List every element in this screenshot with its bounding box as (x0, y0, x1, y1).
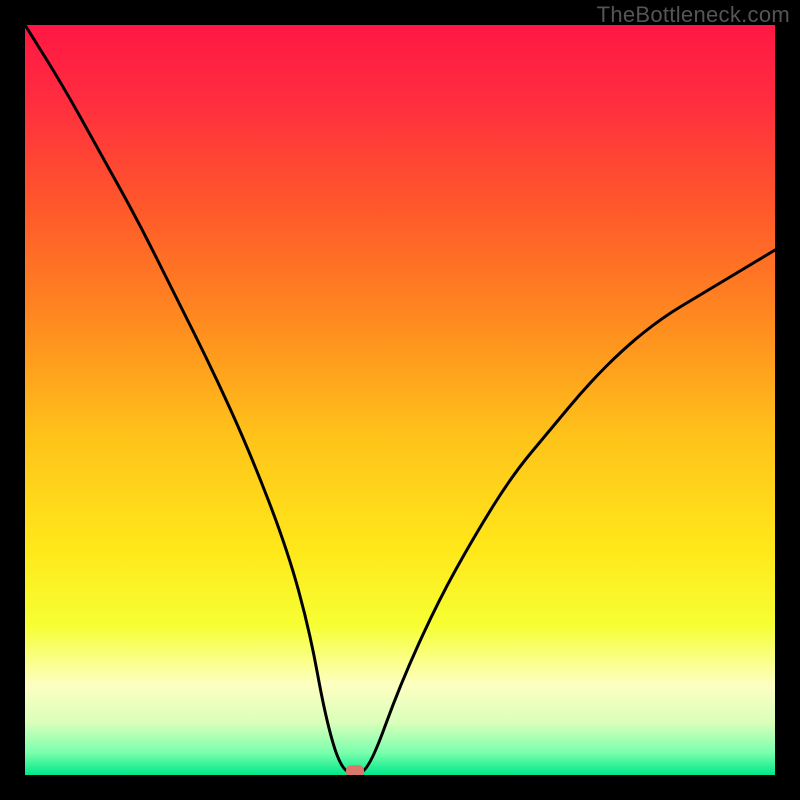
plot-area (25, 25, 775, 775)
watermark-text: TheBottleneck.com (597, 2, 790, 28)
gradient-background (25, 25, 775, 775)
chart-frame: TheBottleneck.com (0, 0, 800, 800)
bottleneck-chart (25, 25, 775, 775)
optimal-point-marker (346, 765, 364, 775)
